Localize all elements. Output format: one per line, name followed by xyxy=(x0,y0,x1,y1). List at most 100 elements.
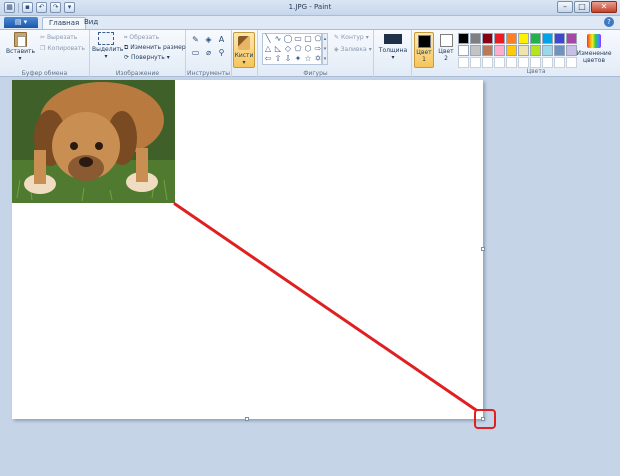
fill-bucket-icon[interactable]: ◈ xyxy=(203,34,214,45)
colors-group-label: Цвета xyxy=(526,68,546,75)
brushes-group: Кисти ▾ xyxy=(232,30,258,78)
tab-view[interactable]: Вид xyxy=(78,17,104,29)
hexagon-shape-icon[interactable]: ⬡ xyxy=(303,44,313,54)
palette-swatch[interactable] xyxy=(458,45,469,56)
palette-swatch[interactable] xyxy=(482,33,493,44)
ribbon-tab-row: ▤ ▾ Главная Вид ? xyxy=(0,16,620,29)
outline-icon: ✎ xyxy=(334,34,340,41)
four-point-star-shape-icon[interactable]: ✦ xyxy=(293,54,303,64)
shapes-gallery: ╲ ∿ ◯ ▭ ▢ ⬠ △ ◺ ◇ ⬠ ⬡ ⇨ ⇦ ⇧ ⇩ ✦ ☆ ✡ xyxy=(262,33,322,65)
rounded-rectangle-shape-icon[interactable]: ▢ xyxy=(303,34,313,44)
window-controls: – □ ✕ xyxy=(557,1,617,13)
line-shape-icon[interactable]: ╲ xyxy=(263,34,273,44)
brushes-button[interactable]: Кисти ▾ xyxy=(233,32,255,68)
chevron-down-icon: ▾ xyxy=(18,55,22,62)
palette-swatch[interactable] xyxy=(458,33,469,44)
thickness-label: Толщина xyxy=(378,47,408,54)
palette-swatch[interactable] xyxy=(518,45,529,56)
palette-swatch[interactable] xyxy=(554,57,565,68)
palette-swatch[interactable] xyxy=(494,57,505,68)
paste-icon xyxy=(13,32,27,47)
chevron-down-icon: ▾ xyxy=(242,59,246,66)
palette-swatch[interactable] xyxy=(506,45,517,56)
crop-button[interactable]: ⌗ Обрезать xyxy=(124,34,159,42)
palette-swatch[interactable] xyxy=(470,57,481,68)
palette-swatch[interactable] xyxy=(542,33,553,44)
color2-swatch xyxy=(439,34,453,47)
paste-button[interactable]: Вставить ▾ xyxy=(6,32,36,62)
diamond-shape-icon[interactable]: ◇ xyxy=(283,44,293,54)
chevron-down-icon: ▾ xyxy=(368,46,372,53)
right-triangle-shape-icon[interactable]: ◺ xyxy=(273,44,283,54)
tools-group-label: Инструменты xyxy=(187,70,230,77)
resize-icon: ⧉ xyxy=(124,44,129,51)
color-picker-icon[interactable]: ⌀ xyxy=(203,47,214,58)
pentagon-shape-icon[interactable]: ⬠ xyxy=(293,44,303,54)
copy-icon: ❐ xyxy=(40,45,46,52)
rectangle-shape-icon[interactable]: ▭ xyxy=(293,34,303,44)
app-menu-button[interactable]: ▤ ▾ xyxy=(4,17,38,28)
shapes-scroll[interactable]: ▴ ▾ ▾ xyxy=(322,33,328,65)
triangle-shape-icon[interactable]: △ xyxy=(263,44,273,54)
help-icon[interactable]: ? xyxy=(604,17,614,27)
palette-swatch[interactable] xyxy=(542,45,553,56)
palette-swatch[interactable] xyxy=(482,45,493,56)
cut-button[interactable]: ✂ Вырезать xyxy=(40,34,77,42)
palette-swatch[interactable] xyxy=(470,45,481,56)
window-title: 1.JPG - Paint xyxy=(288,3,332,11)
title-bar: ▦ ▪ ↶ ↷ ▾ 1.JPG - Paint – □ ✕ xyxy=(0,0,620,16)
palette-swatch[interactable] xyxy=(494,33,505,44)
chevron-down-icon: ▾ xyxy=(365,34,369,41)
color2-button[interactable]: Цвет 2 xyxy=(436,32,456,68)
select-button[interactable]: Выделить ▾ xyxy=(92,32,123,60)
image-group: Выделить ▾ ⌗ Обрезать ⧉ Изменить размер … xyxy=(90,30,186,78)
maximize-button[interactable]: □ xyxy=(574,1,590,13)
palette-swatch[interactable] xyxy=(530,45,541,56)
palette-swatch[interactable] xyxy=(506,33,517,44)
palette-swatch[interactable] xyxy=(458,57,469,68)
clipboard-group-label: Буфер обмена xyxy=(21,70,68,77)
palette-swatch[interactable] xyxy=(482,57,493,68)
annotation-overlay xyxy=(173,202,496,429)
tools-grid: ✎ ◈ A ▭ ⌀ ⚲ xyxy=(190,34,227,58)
color1-button[interactable]: Цвет 1 xyxy=(414,32,434,68)
palette-swatch[interactable] xyxy=(470,33,481,44)
five-point-star-shape-icon[interactable]: ☆ xyxy=(303,54,313,64)
left-arrow-shape-icon[interactable]: ⇦ xyxy=(263,54,273,64)
fill-button[interactable]: ◈ Заливка ▾ xyxy=(334,46,372,54)
copy-label: Копировать xyxy=(47,45,85,52)
close-button[interactable]: ✕ xyxy=(591,1,617,13)
fill-icon: ◈ xyxy=(334,46,339,53)
outline-button[interactable]: ✎ Контур ▾ xyxy=(334,34,369,42)
palette-swatch[interactable] xyxy=(530,57,541,68)
up-arrow-shape-icon[interactable]: ⇧ xyxy=(273,54,283,64)
copy-button[interactable]: ❐ Копировать xyxy=(40,45,85,53)
palette-swatch[interactable] xyxy=(494,45,505,56)
down-arrow-shape-icon[interactable]: ⇩ xyxy=(283,54,293,64)
crop-label: Обрезать xyxy=(129,34,160,41)
text-tool-icon[interactable]: A xyxy=(216,34,227,45)
palette-swatch[interactable] xyxy=(506,57,517,68)
palette-swatch[interactable] xyxy=(554,33,565,44)
palette-swatch[interactable] xyxy=(518,57,529,68)
rotate-button[interactable]: ⟳ Повернуть ▾ xyxy=(124,54,170,62)
resize-button[interactable]: ⧉ Изменить размер xyxy=(124,44,186,52)
pencil-icon[interactable]: ✎ xyxy=(190,34,201,45)
palette-swatch[interactable] xyxy=(518,33,529,44)
color-palette xyxy=(458,33,577,68)
fill-label: Заливка xyxy=(340,46,367,53)
eraser-icon[interactable]: ▭ xyxy=(190,47,201,58)
edit-colors-button[interactable]: Изменение цветов xyxy=(574,32,614,64)
palette-swatch[interactable] xyxy=(554,45,565,56)
thickness-button[interactable]: Толщина ▾ xyxy=(378,32,408,61)
minimize-button[interactable]: – xyxy=(557,1,573,13)
palette-swatch[interactable] xyxy=(530,33,541,44)
magnifier-icon[interactable]: ⚲ xyxy=(216,47,227,58)
curve-shape-icon[interactable]: ∿ xyxy=(273,34,283,44)
palette-swatch[interactable] xyxy=(542,57,553,68)
color1-label: Цвет xyxy=(416,49,432,56)
oval-shape-icon[interactable]: ◯ xyxy=(283,34,293,44)
shapes-group-label: Фигуры xyxy=(303,70,328,77)
chevron-down-icon: ▾ xyxy=(166,54,170,61)
paste-label: Вставить xyxy=(6,48,36,55)
